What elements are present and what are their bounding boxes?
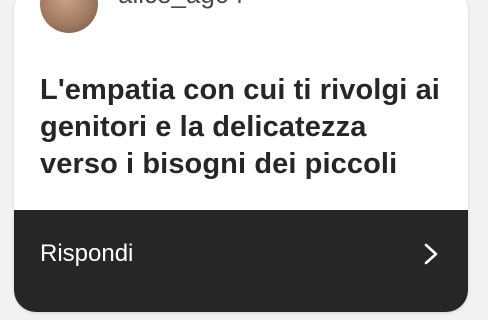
- message-text: L'empatia con cui ti rivolgi ai genitori…: [40, 74, 440, 180]
- question-card: alice_ag04 L'empatia con cui ti rivolgi …: [14, 0, 468, 312]
- username[interactable]: alice_ag04: [118, 0, 244, 10]
- chevron-right-icon: [424, 243, 438, 265]
- reply-button[interactable]: Rispondi: [14, 210, 468, 312]
- reply-label: Rispondi: [40, 240, 134, 267]
- card-header: alice_ag04: [40, 0, 244, 33]
- avatar[interactable]: [40, 0, 98, 33]
